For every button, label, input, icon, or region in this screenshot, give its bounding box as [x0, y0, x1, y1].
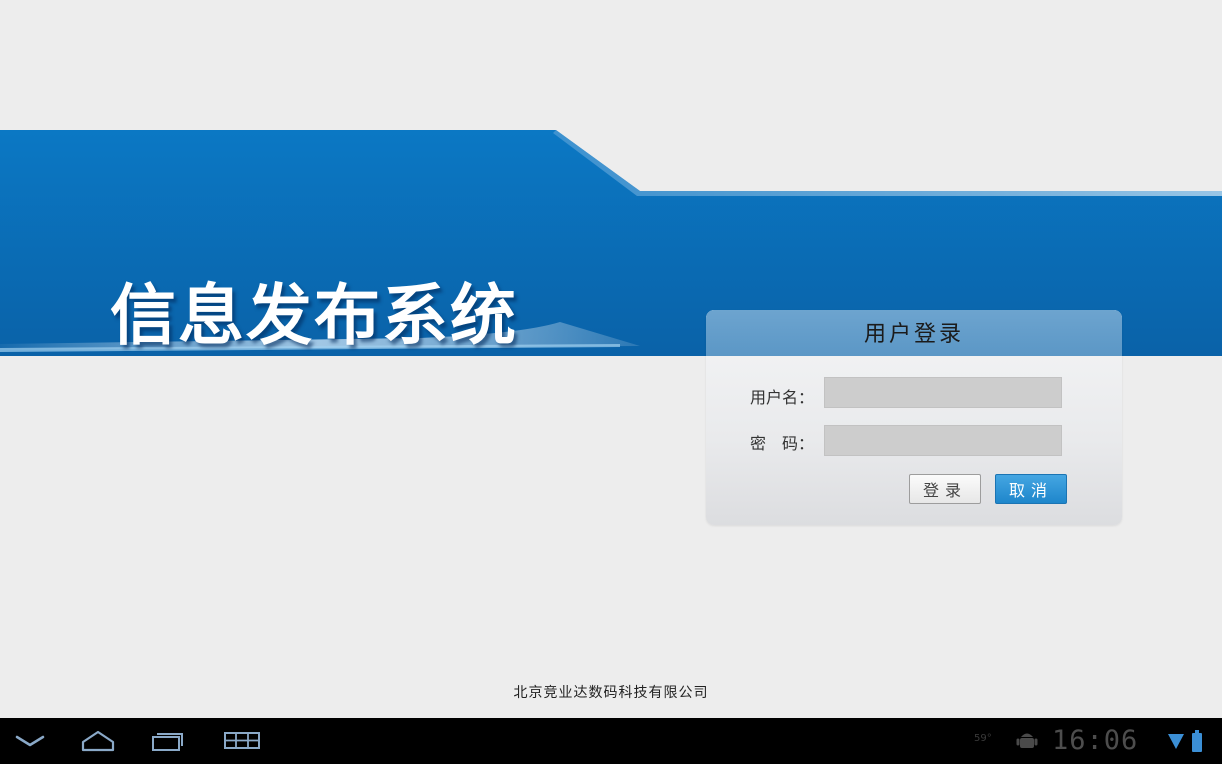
- android-system-bar: 59° 16:06: [0, 718, 1222, 764]
- app-title: 信息发布系统: [110, 277, 518, 354]
- temperature-readout: 59°: [974, 733, 992, 744]
- status-clock: 16:06: [1052, 725, 1139, 756]
- home-button[interactable]: [74, 718, 122, 764]
- home-icon: [81, 730, 115, 752]
- back-button[interactable]: [8, 718, 52, 764]
- menu-icon: [224, 732, 260, 749]
- wifi-signal-icon: [1168, 734, 1184, 749]
- back-icon: [15, 735, 45, 747]
- recent-apps-button[interactable]: [146, 718, 190, 764]
- cancel-button[interactable]: 取消: [995, 474, 1067, 504]
- login-panel: 用户登录 用户名： 密 码： 登录 取消: [706, 310, 1122, 525]
- menu-button[interactable]: [218, 718, 266, 764]
- company-footer: 北京竞业达数码科技有限公司: [513, 685, 709, 701]
- app-screen: 信息发布系统 用户登录 用户名： 密 码： 登录 取消 北京竞业达数码科技有限公…: [0, 0, 1222, 718]
- recent-apps-icon: [152, 733, 183, 751]
- login-button[interactable]: 登录: [909, 474, 981, 504]
- password-label: 密 码：: [750, 434, 815, 453]
- username-label: 用户名：: [750, 388, 815, 407]
- username-input[interactable]: [824, 377, 1062, 408]
- password-input[interactable]: [824, 425, 1062, 456]
- login-title: 用户登录: [863, 322, 964, 347]
- battery-icon: [1192, 730, 1202, 752]
- android-debug-icon: [1016, 733, 1038, 748]
- login-panel-header: 用户登录: [706, 310, 1122, 356]
